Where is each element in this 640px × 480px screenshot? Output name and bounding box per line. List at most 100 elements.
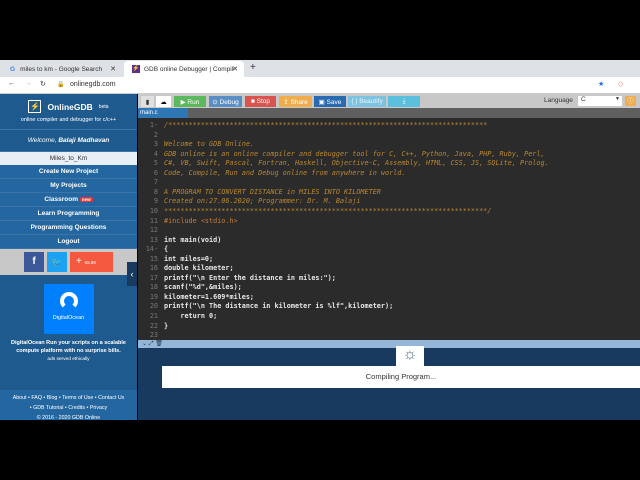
footer-link-blog[interactable]: Blog	[47, 395, 58, 401]
compiling-status: Compiling Program...	[162, 366, 640, 388]
close-tab-icon[interactable]: ✕	[110, 65, 116, 73]
line-number: 4	[153, 149, 158, 158]
welcome-message: Welcome, Balaji Madhavan	[0, 130, 137, 152]
footer-link-contact[interactable]: Contact Us	[98, 395, 124, 401]
nav-programming-questions[interactable]: Programming Questions	[0, 221, 137, 235]
code-line: ****************************************…	[164, 206, 492, 215]
code-line: Welcome to GDB Online.	[164, 140, 255, 149]
footer-link-faq[interactable]: FAQ	[31, 395, 42, 401]
line-number: 17	[149, 273, 158, 282]
reload-icon[interactable]: ↻	[40, 80, 46, 88]
browser-tab-google[interactable]: Gmiles to km - Google Search ✕	[2, 61, 122, 77]
digitalocean-icon	[59, 292, 78, 310]
lock-icon: 🔒	[57, 82, 65, 88]
code-line: return 0;	[164, 312, 218, 320]
beautify-button[interactable]: { } Beautify	[348, 96, 386, 107]
chevron-down-icon: ▼	[615, 96, 620, 102]
line-number: 21	[149, 312, 158, 320]
nav-logout[interactable]: Logout	[0, 235, 137, 249]
beta-label: beta	[98, 103, 109, 110]
nav-classroom[interactable]: Classroom new	[0, 193, 137, 207]
code-line: double kilometer;	[164, 264, 234, 273]
tagline: online compiler and debugger for c/c++	[20, 117, 117, 123]
share-button[interactable]: ⇪ Share	[279, 96, 312, 107]
line-number: 20	[149, 302, 158, 311]
footer-link-terms[interactable]: Terms of Use	[62, 395, 93, 401]
code-line: {	[164, 245, 169, 254]
footer-link-about[interactable]: About	[13, 395, 27, 401]
code-line: }	[164, 321, 169, 330]
code-editor[interactable]: 1- /*************************************…	[138, 118, 640, 340]
back-icon[interactable]: ←	[8, 80, 15, 87]
forward-icon[interactable]: →	[25, 80, 32, 87]
addthis-share-button[interactable]: + 65.8K	[70, 252, 113, 272]
browser-tab-bar: Gmiles to km - Google Search ✕ ⚡ GDB onlin…	[0, 60, 640, 77]
nav-my-projects[interactable]: My Projects	[0, 179, 137, 193]
digitalocean-ad-logo[interactable]: DigitalOcean	[43, 284, 94, 334]
bookmark-star-icon[interactable]: ★	[598, 80, 604, 88]
line-number: 14-	[145, 245, 158, 254]
extension-icon[interactable]: ◇	[618, 80, 623, 88]
download-button[interactable]: ⤓	[388, 96, 420, 107]
footer-link-privacy[interactable]: Privacy	[90, 405, 107, 411]
new-file-button[interactable]: ▮	[141, 96, 154, 107]
code-line: int miles=0;	[164, 254, 214, 263]
line-number: 15	[149, 254, 158, 263]
project-name[interactable]: Miles_to_Km	[0, 152, 137, 165]
browser-tab-gdb[interactable]: ⚡ GDB online Debugger | Compiler ✕	[124, 61, 244, 77]
collapse-icon[interactable]: ⌄	[142, 341, 147, 347]
info-button[interactable]: ⓘ	[625, 96, 636, 106]
url-field[interactable]: onlinegdb.com	[70, 81, 116, 88]
line-number: 7	[153, 178, 158, 187]
code-line: #include <stdio.h>	[164, 216, 238, 225]
line-number: 12	[149, 226, 158, 235]
new-tab-button[interactable]: +	[250, 62, 256, 73]
nav-create-project[interactable]: Create New Project	[0, 165, 137, 179]
collapse-sidebar-button[interactable]: ‹	[127, 262, 137, 286]
ad-brand: DigitalOcean	[52, 315, 85, 321]
footer-link-credits[interactable]: Credits	[68, 405, 85, 411]
close-tab-icon[interactable]: ✕	[232, 65, 238, 73]
file-tab-bar: main.c	[138, 108, 640, 118]
language-value: C	[581, 96, 586, 103]
code-line: kilometer=1.609*miles;	[164, 292, 255, 301]
line-number: 9	[153, 197, 158, 206]
brand-name[interactable]: OnlineGDB	[47, 102, 92, 112]
ad-text[interactable]: DigitalOcean Run your scripts on a scala…	[4, 340, 133, 355]
nav-learn-programming[interactable]: Learn Programming	[0, 207, 137, 221]
facebook-share-button[interactable]: f	[24, 252, 44, 272]
upload-button[interactable]: ☁	[156, 96, 171, 107]
footer: About • FAQ • Blog • Terms of Use • Cont…	[0, 390, 137, 421]
run-button[interactable]: ▶ Run	[174, 96, 206, 107]
twitter-share-button[interactable]: 🐦	[47, 252, 67, 272]
clear-icon[interactable]: 🗑	[155, 341, 163, 347]
line-number: 23	[149, 331, 158, 340]
code-line: scanf("%d",&miles);	[164, 283, 242, 292]
line-number: 1-	[149, 121, 158, 129]
line-number: 18	[149, 283, 158, 292]
toolbar: ▮ ☁ ▶ Run ⊙ Debug ■ Stop ⇪ Share ▣ Save …	[138, 94, 640, 108]
copyright: © 2016 - 2020 GDB Online	[36, 415, 101, 421]
line-number: 6	[153, 168, 158, 177]
code-line: GDB online is an online compiler and deb…	[164, 149, 545, 158]
ad-note[interactable]: ads served ethically	[0, 357, 137, 362]
line-number: 13	[149, 235, 158, 244]
line-number: 19	[149, 292, 158, 301]
save-button[interactable]: ▣ Save	[314, 96, 346, 107]
new-badge: new	[79, 197, 93, 202]
debug-button[interactable]: ⊙ Debug	[209, 96, 242, 107]
line-number: 3	[153, 140, 158, 149]
gdb-logo-icon: ⚡	[28, 100, 42, 113]
stop-button[interactable]: ■ Stop	[245, 96, 276, 107]
line-number: 5	[153, 159, 158, 168]
code-line: Code, Compile, Run and Debug online from…	[164, 168, 406, 177]
footer-link-tutorial[interactable]: GDB Tutorial	[33, 405, 63, 411]
address-bar: ← → ↻ 🔒 onlinegdb.com ★ ◇	[0, 77, 640, 94]
output-panel: ⌄ ⤢ 🗑 ☼ Compiling Program...	[138, 340, 640, 420]
language-select[interactable]: C ▼	[578, 96, 622, 106]
expand-icon[interactable]: ⤢	[149, 341, 154, 347]
file-tab-main[interactable]: main.c	[138, 108, 188, 118]
sidebar: ⚡ OnlineGDB beta online compiler and deb…	[0, 94, 137, 421]
editor-panel: ▮ ☁ ▶ Run ⊙ Debug ■ Stop ⇪ Share ▣ Save …	[138, 94, 640, 420]
code-line: C#, VB, Swift, Pascal, Fortran, Haskell,…	[164, 159, 549, 168]
